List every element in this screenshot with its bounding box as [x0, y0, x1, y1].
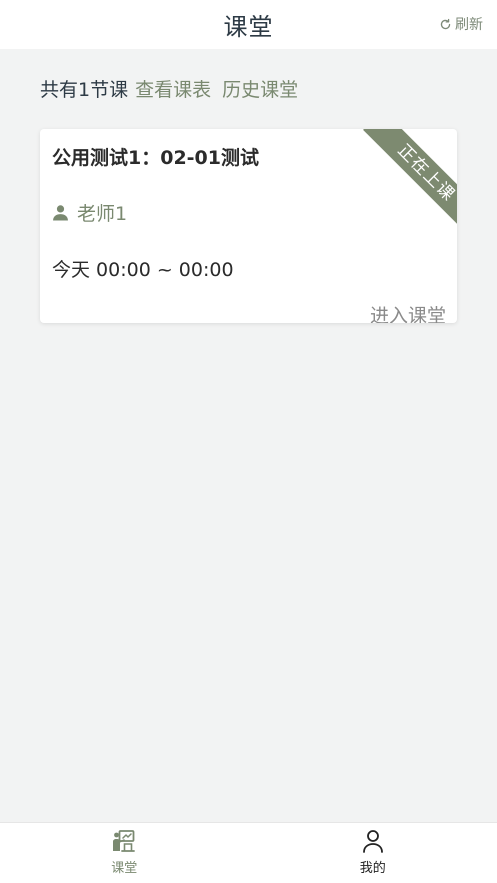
nav-item-classroom[interactable]: 课堂: [0, 823, 249, 883]
refresh-button[interactable]: 刷新: [439, 14, 483, 34]
teacher-name: 老师1: [77, 203, 128, 225]
app-header: 课堂 刷新: [0, 0, 497, 49]
classroom-icon: [113, 830, 136, 852]
course-title: 公用测试1：02-01测试: [52, 147, 259, 169]
course-card[interactable]: 公用测试1：02-01测试 老师1 今天 00:00 ~ 00:00 进入课堂 …: [40, 129, 457, 323]
enter-classroom-button[interactable]: 进入课堂: [370, 301, 446, 323]
person-icon: [53, 205, 68, 221]
view-schedule-link[interactable]: 查看课表: [135, 75, 211, 102]
course-time: 今天 00:00 ~ 00:00: [52, 259, 234, 281]
course-count: 共有1节课: [40, 79, 129, 101]
status-ribbon: 正在上课: [359, 129, 457, 227]
teacher-info: 老师1: [52, 199, 127, 226]
history-classroom-link[interactable]: 历史课堂: [222, 75, 298, 102]
nav-label-mine: 我的: [359, 861, 386, 876]
course-summary: 共有1节课 查看课表 历史课堂: [40, 75, 298, 102]
bottom-nav: 课堂 我的: [0, 822, 497, 883]
refresh-label: 刷新: [455, 17, 483, 33]
refresh-icon: [440, 18, 451, 29]
nav-item-mine[interactable]: 我的: [249, 823, 497, 883]
person-outline-icon: [362, 830, 383, 853]
status-badge: 正在上课: [363, 129, 457, 227]
page-title: 课堂: [223, 13, 274, 41]
nav-label-classroom: 课堂: [111, 861, 138, 876]
